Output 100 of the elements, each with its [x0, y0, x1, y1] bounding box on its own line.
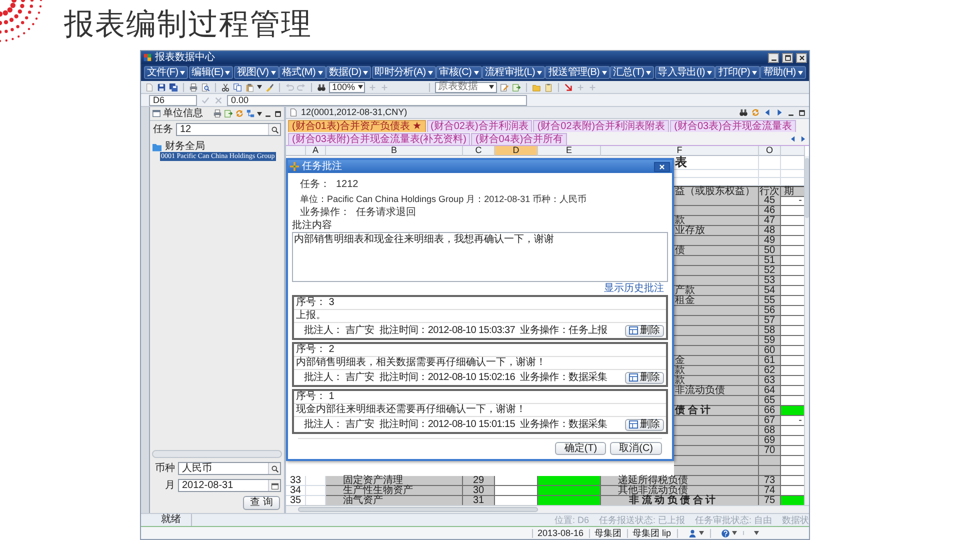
query-button[interactable]: 查 询 [243, 496, 280, 510]
search-icon [270, 126, 278, 134]
sheet-tab[interactable]: (财合03表)合并现金流量表 [670, 120, 796, 132]
save-all-icon[interactable] [169, 82, 178, 92]
table-cell: 47 [759, 216, 781, 226]
zoom-dropdown[interactable]: 100% [329, 82, 365, 92]
clipboard-icon[interactable] [544, 82, 553, 92]
sheet-tab[interactable]: (财合04表)合并所有 [471, 133, 568, 145]
cell-reference-field[interactable]: D6 [149, 94, 197, 106]
print-icon[interactable] [189, 82, 198, 92]
menu-item[interactable]: 审核(C) [436, 66, 482, 79]
horizontal-scrollbar[interactable] [152, 450, 282, 458]
field-label: 币种 [154, 462, 175, 474]
column-header[interactable]: B [326, 146, 463, 156]
calendar-button[interactable] [268, 480, 280, 491]
arrow-icon[interactable] [564, 82, 573, 92]
binoculars-icon[interactable] [739, 108, 748, 117]
caret-icon [318, 70, 322, 74]
column-header[interactable]: A [306, 146, 326, 156]
column-header[interactable]: C [463, 146, 495, 156]
preview-icon[interactable] [201, 82, 210, 92]
close-icon [798, 54, 806, 62]
window-title: 报表数据中心 [155, 52, 215, 62]
right-arrow-icon[interactable] [775, 108, 784, 117]
minimize-button[interactable] [768, 52, 779, 62]
history-link[interactable]: 显示历史批注 [604, 282, 664, 295]
menu-item[interactable]: 视图(V) [234, 66, 279, 79]
tree-item[interactable]: 财务全局 [164, 141, 206, 152]
export-icon[interactable] [512, 82, 521, 92]
comment-time: 批注时间：2012-08-10 15:03:37 [379, 324, 516, 336]
table-cell: 29 [463, 476, 495, 486]
close-button[interactable] [654, 162, 670, 172]
menu-item[interactable]: 汇总(T) [610, 66, 654, 79]
left-arrow-icon[interactable] [789, 135, 797, 143]
close-button[interactable] [796, 52, 807, 62]
menu-item[interactable]: 数据(D) [326, 66, 372, 79]
table-cell: 63 [759, 376, 781, 386]
menu-item[interactable]: 编辑(E) [188, 66, 234, 79]
maximize-icon[interactable] [798, 108, 806, 116]
vertical-scrollbar[interactable] [804, 156, 809, 505]
table-cell: 54 [759, 286, 781, 296]
field-value: 1212 [336, 179, 358, 191]
table-cell: 款 [674, 216, 759, 226]
copy-icon[interactable] [233, 82, 242, 92]
maximize-button[interactable] [782, 52, 793, 62]
table-cell: 租金 [674, 296, 759, 306]
menu-item[interactable]: 帮助(H) [760, 66, 806, 79]
task-field[interactable]: 12 [176, 123, 281, 136]
dialog-button[interactable]: 取消(C) [610, 442, 662, 455]
horizontal-scrollbar[interactable] [286, 505, 809, 513]
sheet-tab[interactable]: (财合02表)合并利润表 [426, 120, 532, 132]
form-icon [629, 420, 638, 429]
paste-icon[interactable] [245, 82, 254, 92]
commenter-text: 批注人： 吉广安 [304, 372, 374, 384]
sheet-tab[interactable]: (财合03表附)合并现金流量表(补充资料) [288, 133, 470, 145]
dialog-button[interactable]: 确定(T) [555, 442, 606, 455]
brush-icon[interactable] [265, 82, 274, 92]
sheet-tab[interactable]: (财合01表)合并资产负债表 ★ [288, 120, 426, 132]
binoculars-icon[interactable] [317, 82, 326, 92]
column-header[interactable]: F [601, 146, 759, 156]
table-cell: 债 [674, 246, 759, 256]
tree-icon[interactable] [246, 109, 255, 118]
table-cell: 50 [759, 246, 781, 256]
status-text: 母集团 lip [627, 528, 671, 538]
delete-button[interactable]: 删除 [625, 324, 664, 336]
menu-item[interactable]: 流程审批(L) [482, 66, 546, 79]
comment-field[interactable]: 内部销售明细表和现金往来明细表，我想再确认一下，谢谢 [292, 232, 668, 282]
caret-icon [699, 531, 704, 535]
menu-item[interactable]: 报送管理(B) [545, 66, 610, 79]
search-button[interactable] [268, 463, 280, 474]
menu-item[interactable]: 文件(F) [144, 66, 188, 79]
month-field[interactable]: 2012-08-31 [178, 479, 281, 492]
export-icon[interactable] [224, 109, 233, 118]
table-cell: 债 合 计 [674, 406, 759, 416]
sheet-tab[interactable]: (财合02表附)合并利润表附表 [533, 120, 670, 132]
formula-field[interactable]: 0.00 [227, 94, 527, 106]
table-cell: 56 [759, 306, 781, 316]
save-icon[interactable] [157, 82, 166, 92]
search-button[interactable] [268, 124, 280, 135]
user-icon[interactable] [688, 528, 697, 538]
menu-item[interactable]: 即时分析(A) [372, 66, 436, 79]
currency-field[interactable]: 人民币 [178, 462, 281, 475]
column-header[interactable]: O [759, 146, 781, 156]
right-arrow-icon[interactable] [799, 135, 807, 143]
maximize-icon[interactable] [274, 110, 282, 118]
cut-icon[interactable] [221, 82, 230, 92]
delete-button[interactable]: 删除 [625, 418, 664, 430]
form-icon [629, 373, 638, 382]
delete-button[interactable]: 删除 [625, 372, 664, 384]
column-header[interactable]: E [538, 146, 601, 156]
left-arrow-icon[interactable] [763, 108, 772, 117]
edit-icon[interactable] [500, 82, 509, 92]
menu-item[interactable]: 格式(M) [279, 66, 326, 79]
help-icon[interactable] [721, 528, 730, 538]
table-cell: 65 [759, 396, 781, 406]
menu-item[interactable]: 打印(P) [715, 66, 760, 79]
data-source-dropdown[interactable]: 原表数据 [435, 82, 497, 92]
print-icon[interactable] [213, 109, 222, 118]
column-header[interactable]: D [495, 146, 538, 156]
menu-item[interactable]: 导入导出(I) [654, 66, 715, 79]
